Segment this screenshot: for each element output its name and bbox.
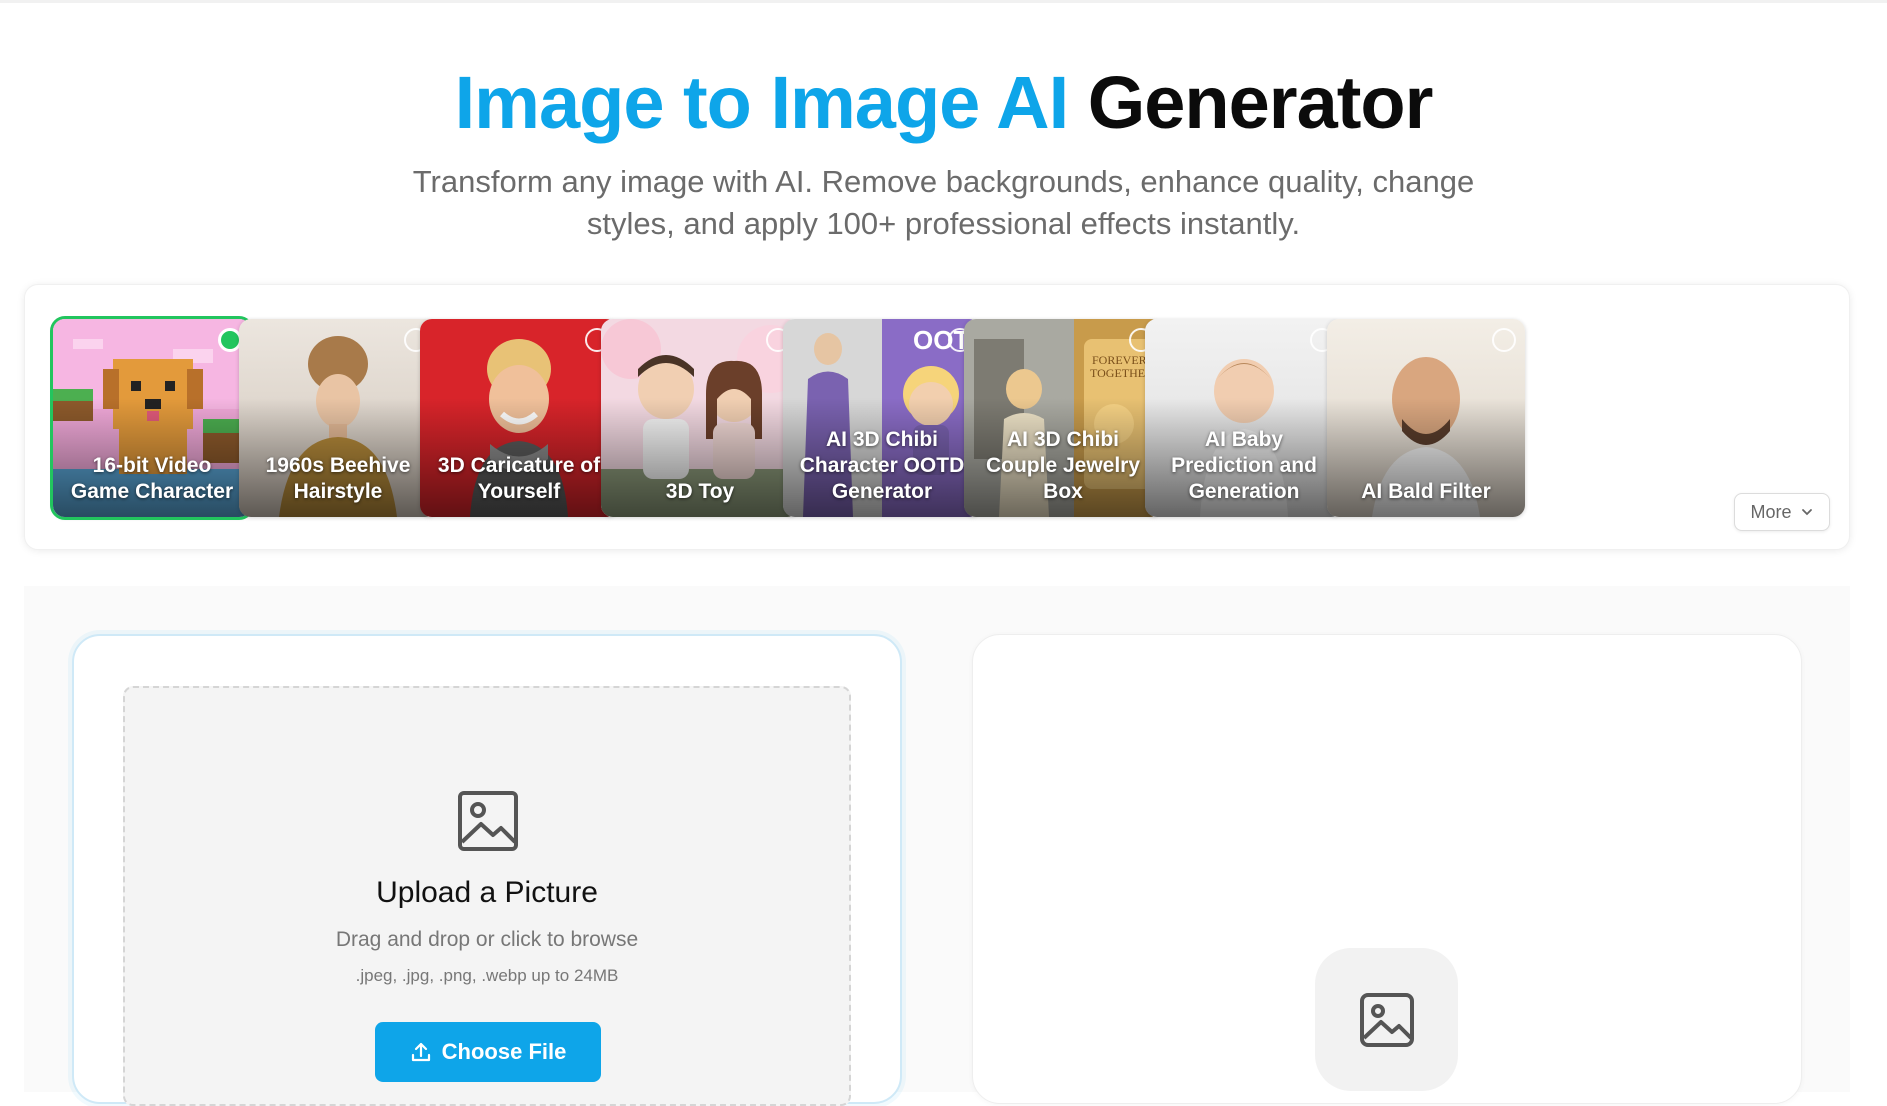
style-card-label: AI 3D Chibi Couple Jewelry Box <box>985 428 1141 503</box>
style-card-label: AI Bald Filter <box>1361 480 1491 503</box>
image-icon <box>458 791 518 851</box>
style-card-3d-toy[interactable]: 3D Toy <box>601 319 799 517</box>
upload-dropzone[interactable]: Upload a Picture Drag and drop or click … <box>123 686 851 1106</box>
svg-text:FOREVER: FOREVER <box>1092 353 1147 367</box>
style-card-label: 16-bit Video Game Character <box>70 454 234 503</box>
style-card-ai-bald-filter[interactable]: AI Bald Filter <box>1327 319 1525 517</box>
style-card-3d-caricature[interactable]: 3D Caricature of Yourself <box>420 319 618 517</box>
page-title-accent: Image to Image AI <box>454 61 1070 144</box>
image-placeholder-icon <box>1359 992 1414 1047</box>
more-label: More <box>1750 501 1792 522</box>
page-subtitle: Transform any image with AI. Remove back… <box>412 164 1475 241</box>
style-card-label: 3D Caricature of Yourself <box>437 454 601 503</box>
style-card-ai-3d-chibi-couple-jewelry-box[interactable]: FOREVER TOGETHER AI 3D Chibi Couple Jewe… <box>964 319 1162 517</box>
style-card-label: 3D Toy <box>665 480 735 503</box>
page-title-dark: Generator <box>1087 61 1434 144</box>
hero: Image to Image AI Generator Transform an… <box>0 55 1887 245</box>
style-selector: 16-bit Video Game Character 1960s Beehiv… <box>24 284 1850 550</box>
result-placeholder <box>1315 948 1458 1091</box>
svg-text:TOGETHER: TOGETHER <box>1090 366 1153 380</box>
style-card-label: 1960s Beehive Hairstyle <box>265 454 411 503</box>
upload-subtitle: Drag and drop or click to browse <box>335 928 639 951</box>
choose-file-label: Choose File <box>441 1039 567 1064</box>
style-card-ai-3d-chibi-character-ootd[interactable]: OOTD AI 3D Chibi Character OOTD Generato… <box>783 319 981 517</box>
choose-file-button[interactable]: Choose File <box>375 1022 601 1082</box>
page-title: Image to Image AI Generator <box>0 55 1887 151</box>
style-card-ai-baby-prediction[interactable]: AI Baby Prediction and Generation <box>1145 319 1343 517</box>
upload-formats: .jpeg, .jpg, .png, .webp up to 24MB <box>355 966 619 985</box>
top-divider <box>0 0 1887 3</box>
style-card-16-bit-video-game-character[interactable]: 16-bit Video Game Character <box>50 316 254 520</box>
upload-title: Upload a Picture <box>376 876 598 909</box>
more-styles-button[interactable]: More <box>1734 493 1830 531</box>
chevron-down-icon <box>1801 509 1812 516</box>
radio-indicator <box>1492 328 1516 352</box>
style-card-label: AI Baby Prediction and Generation <box>1171 428 1317 503</box>
style-card-label: AI 3D Chibi Character OOTD Generator <box>799 428 965 503</box>
upload-icon <box>411 1042 430 1062</box>
style-card-1960s-beehive-hairstyle[interactable]: 1960s Beehive Hairstyle <box>239 319 437 517</box>
